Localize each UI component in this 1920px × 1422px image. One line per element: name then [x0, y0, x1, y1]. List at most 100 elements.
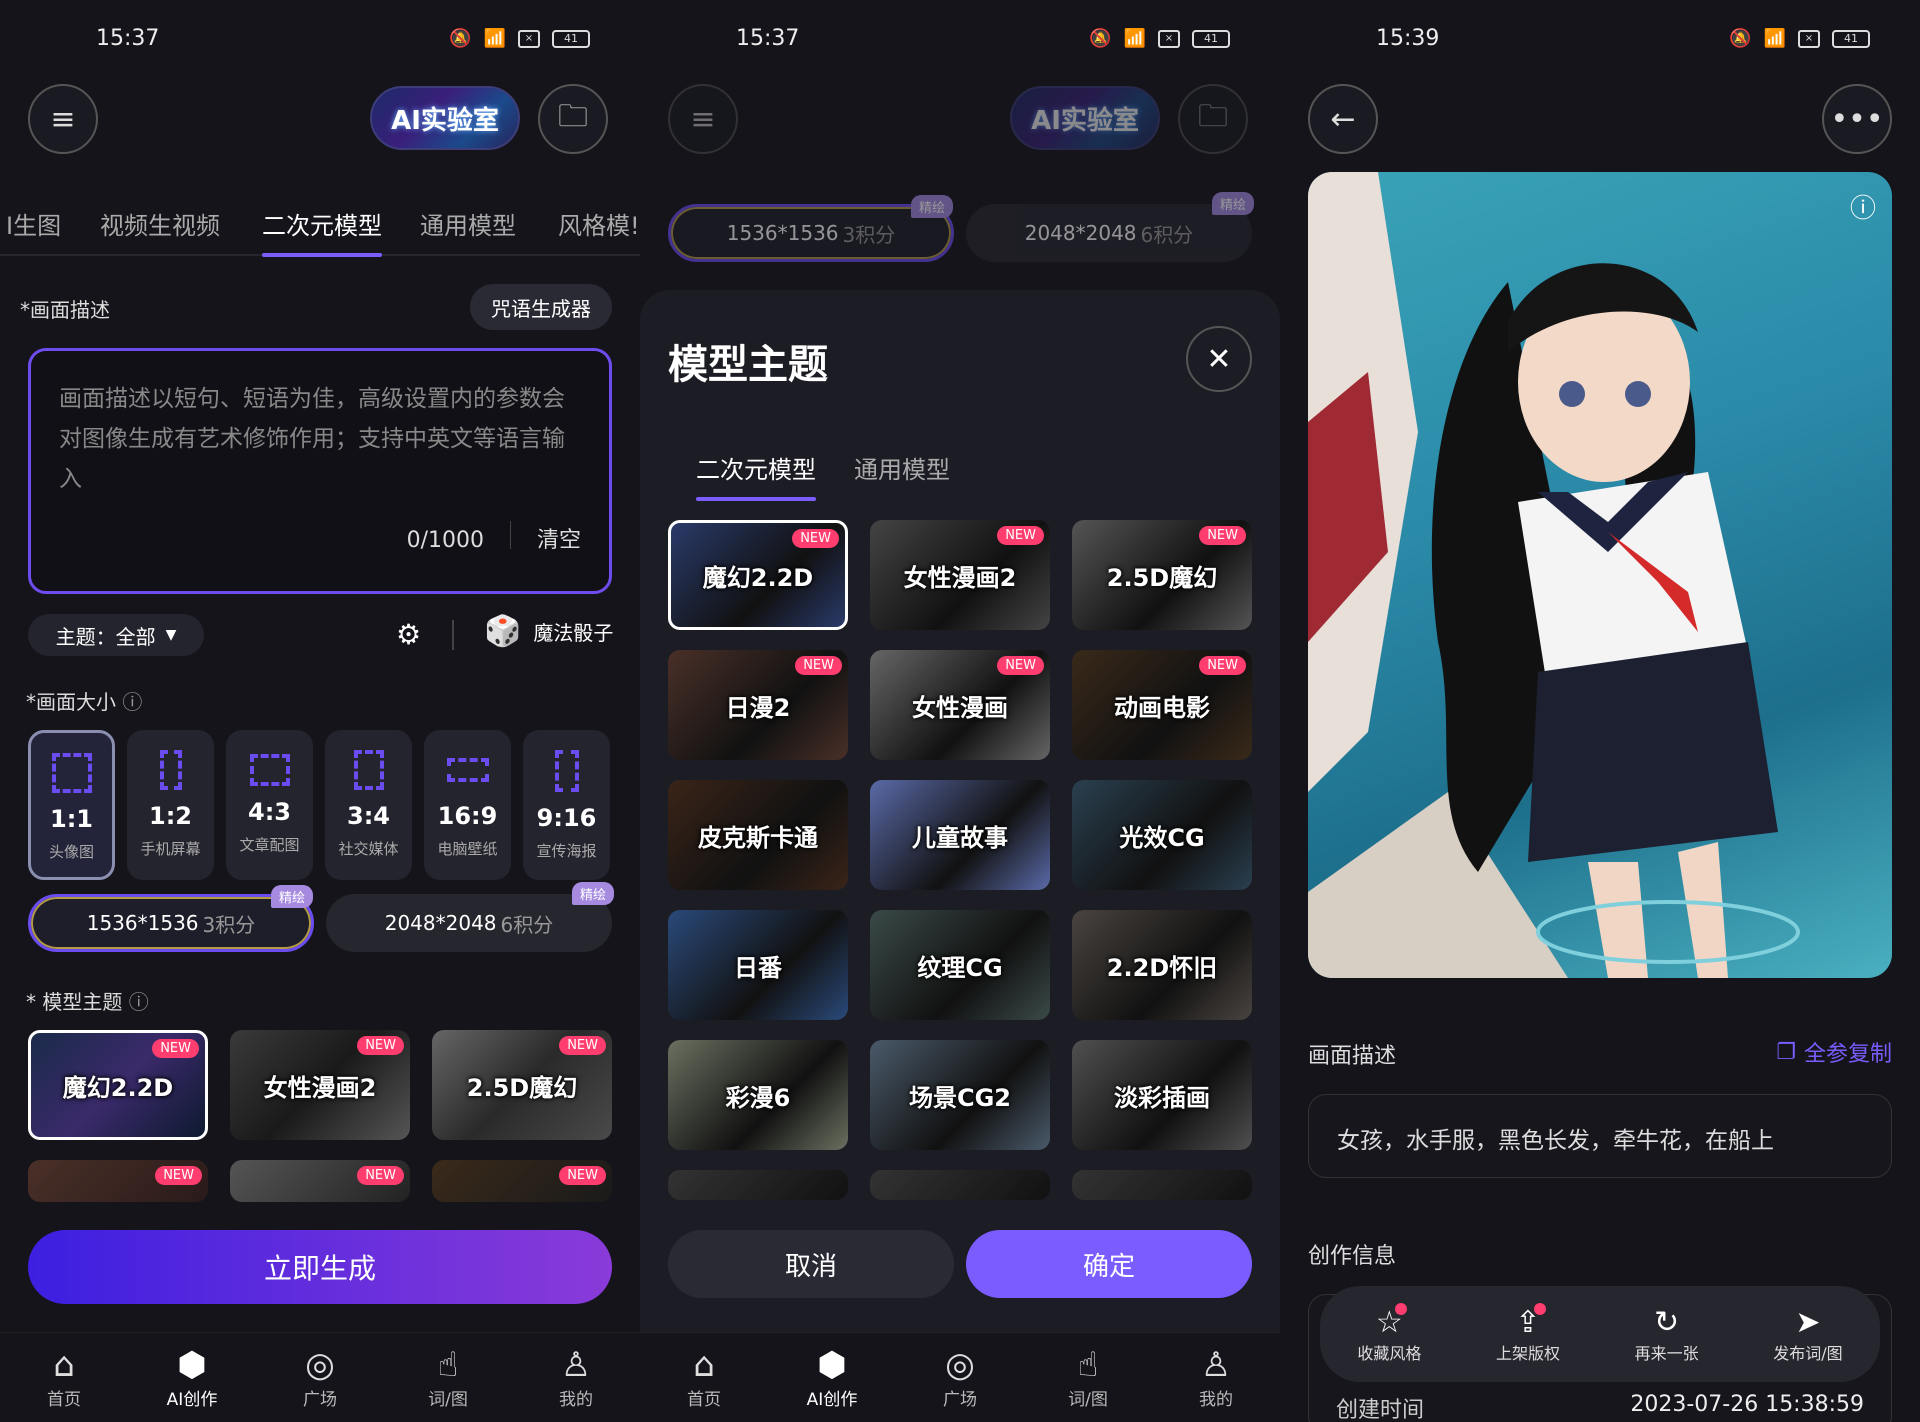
nav-square[interactable]: ◎ 广场: [270, 1333, 370, 1422]
back-button[interactable]: ←: [1308, 84, 1378, 154]
model-thumb[interactable]: 儿童故事: [870, 780, 1050, 890]
folder-button[interactable]: 🗀: [538, 84, 608, 154]
resolution-1536[interactable]: 1536*1536 3积分 精绘: [28, 885, 314, 952]
nav-ai-create[interactable]: ⬢ AI创作: [142, 1333, 242, 1422]
tab-general-model[interactable]: 通用模型: [420, 206, 516, 241]
model-thumb[interactable]: 日漫2 NEW: [668, 650, 848, 760]
tab-general-model[interactable]: 通用模型: [854, 450, 950, 485]
size-option-9-16[interactable]: 9:16 宣传海报: [523, 730, 610, 880]
size-option-3-4[interactable]: 3:4 社交媒体: [325, 730, 412, 880]
folder-icon: 🗀: [1198, 98, 1228, 134]
model-sheet-panel: 15:37 🔕 📶 × 41 ≡ AI实验室 🗀 1536*1536 3积分 精绘…: [640, 0, 1280, 1422]
generated-image[interactable]: ⓘ: [1308, 172, 1892, 978]
model-name: 淡彩插画: [1114, 1083, 1210, 1112]
model-thumb[interactable]: 皮克斯卡通: [668, 780, 848, 890]
model-thumb[interactable]: 女性漫画2 NEW: [870, 520, 1050, 630]
model-thumb[interactable]: NEW: [28, 1160, 208, 1202]
close-button[interactable]: ✕: [1186, 326, 1252, 392]
tab-video[interactable]: 视频生视频: [100, 206, 220, 241]
size-label: *画面大小 ⓘ: [26, 690, 143, 714]
ai-create-icon: ⬢: [817, 1345, 847, 1385]
nav-home[interactable]: ⌂ 首页: [654, 1333, 754, 1422]
nav-home[interactable]: ⌂ 首页: [14, 1333, 114, 1422]
model-thumb[interactable]: 2.5D魔幻 NEW: [432, 1030, 612, 1140]
model-thumb[interactable]: [870, 1170, 1050, 1200]
tab-image[interactable]: I生图: [6, 206, 61, 241]
model-thumb[interactable]: 女性漫画 NEW: [870, 650, 1050, 760]
tab-anime-model[interactable]: 二次元模型: [262, 206, 382, 257]
model-thumb[interactable]: 彩漫6: [668, 1040, 848, 1150]
resolution-2048[interactable]: 2048*2048 6积分 精绘: [326, 882, 614, 952]
magic-dice-button[interactable]: 🎲 魔法骰子: [484, 614, 613, 649]
model-thumb[interactable]: 场景CG2: [870, 1040, 1050, 1150]
model-thumb[interactable]: 2.5D魔幻 NEW: [1072, 520, 1252, 630]
model-thumb[interactable]: 纹理CG: [870, 910, 1050, 1020]
more-button[interactable]: •••: [1822, 84, 1892, 154]
model-thumb[interactable]: 日番: [668, 910, 848, 1020]
nav-words-images[interactable]: ☝ 词/图: [398, 1333, 498, 1422]
tab-style-model[interactable]: 风格模!: [558, 206, 640, 241]
model-thumb[interactable]: NEW: [230, 1160, 410, 1202]
size-option-16-9[interactable]: 16:9 电脑壁纸: [424, 730, 511, 880]
resolution-2048[interactable]: 2048*2048 6积分 精绘: [966, 192, 1254, 262]
model-thumb[interactable]: [668, 1170, 848, 1200]
filter-icon[interactable]: ⚙: [396, 618, 421, 651]
ai-lab-logo[interactable]: AI实验室: [370, 86, 520, 150]
model-thumb[interactable]: 动画电影 NEW: [1072, 650, 1252, 760]
status-bar: 15:37 🔕 📶 × 41: [0, 0, 640, 80]
menu-button[interactable]: ≡: [668, 84, 738, 154]
model-thumb[interactable]: 魔幻2.2D NEW: [28, 1030, 208, 1140]
char-counter: 0/1000: [406, 528, 484, 553]
copy-all-button[interactable]: ❐ 全参复制: [1776, 1036, 1892, 1068]
resolution-1536[interactable]: 1536*1536 3积分 精绘: [668, 195, 954, 262]
collect-style-button[interactable]: ☆ 收藏风格: [1357, 1302, 1421, 1364]
bottom-nav: ⌂ 首页 ⬢ AI创作 ◎ 广场 ☝ 词/图 ♙ 我的: [0, 1332, 640, 1422]
info-icon[interactable]: ⓘ: [1850, 188, 1876, 225]
new-badge: NEW: [997, 656, 1044, 675]
list-copyright-button[interactable]: ⇪ 上架版权: [1496, 1302, 1560, 1364]
model-thumb[interactable]: [1072, 1170, 1252, 1200]
size-option-1-2[interactable]: 1:2 手机屏幕: [127, 730, 214, 880]
model-name: 皮克斯卡通: [698, 823, 818, 852]
nav-me[interactable]: ♙ 我的: [1166, 1333, 1266, 1422]
model-thumb[interactable]: 女性漫画2 NEW: [230, 1030, 410, 1140]
model-name: 2.2D怀旧: [1106, 953, 1218, 982]
bottom-nav: ⌂ 首页 ⬢ AI创作 ◎ 广场 ☝ 词/图 ♙ 我的: [640, 1332, 1280, 1422]
model-thumb[interactable]: 淡彩插画: [1072, 1040, 1252, 1150]
generate-button[interactable]: 立即生成: [28, 1230, 612, 1304]
nav-words-images[interactable]: ☝ 词/图: [1038, 1333, 1138, 1422]
sheet-tabs: 二次元模型 通用模型: [640, 440, 1280, 501]
cancel-button[interactable]: 取消: [668, 1230, 954, 1298]
tab-anime-model[interactable]: 二次元模型: [696, 450, 816, 501]
regenerate-button[interactable]: ↻ 再来一张: [1635, 1305, 1699, 1364]
desc-label: *画面描述: [20, 298, 110, 322]
redo-icon: ↻: [1654, 1304, 1680, 1340]
ai-lab-logo[interactable]: AI实验室: [1010, 86, 1160, 150]
menu-icon: ≡: [690, 101, 716, 137]
magic-dice-label: 魔法骰子: [533, 621, 614, 645]
size-option-1-1[interactable]: 1:1 头像图: [28, 730, 115, 880]
spell-generator-button[interactable]: 咒语生成器: [470, 284, 612, 330]
nav-square[interactable]: ◎ 广场: [910, 1333, 1010, 1422]
nav-me[interactable]: ♙ 我的: [526, 1333, 626, 1422]
clear-button[interactable]: 清空: [537, 521, 581, 561]
folder-icon: 🗀: [558, 98, 588, 134]
model-thumb[interactable]: 2.2D怀旧: [1072, 910, 1252, 1020]
model-thumb[interactable]: NEW: [432, 1160, 612, 1202]
prompt-input[interactable]: 画面描述以短句、短语为佳，高级设置内的参数会对图像生成有艺术修饰作用；支持中英文…: [28, 348, 612, 594]
size-option-4-3[interactable]: 4:3 文章配图: [226, 730, 313, 880]
nav-ai-create[interactable]: ⬢ AI创作: [782, 1333, 882, 1422]
create-panel: 15:37 🔕 📶 × 41 ≡ AI实验室 🗀 I生图 视频生视频 二次元模型…: [0, 0, 640, 1422]
battery-icon: 41: [552, 29, 590, 48]
more-icon: •••: [1830, 101, 1884, 137]
theme-select[interactable]: 主题：全部 ▼: [28, 614, 204, 656]
generated-image-art: [1308, 172, 1800, 978]
confirm-button[interactable]: 确定: [966, 1230, 1252, 1298]
model-thumb[interactable]: 魔幻2.2D NEW: [668, 520, 848, 630]
menu-button[interactable]: ≡: [28, 84, 98, 154]
premium-tag: 精绘: [1211, 192, 1254, 215]
publish-button[interactable]: ➤ 发布词/图: [1773, 1305, 1842, 1364]
folder-button[interactable]: 🗀: [1178, 84, 1248, 154]
battery-icon: 41: [1832, 29, 1870, 48]
model-thumb[interactable]: 光效CG: [1072, 780, 1252, 890]
